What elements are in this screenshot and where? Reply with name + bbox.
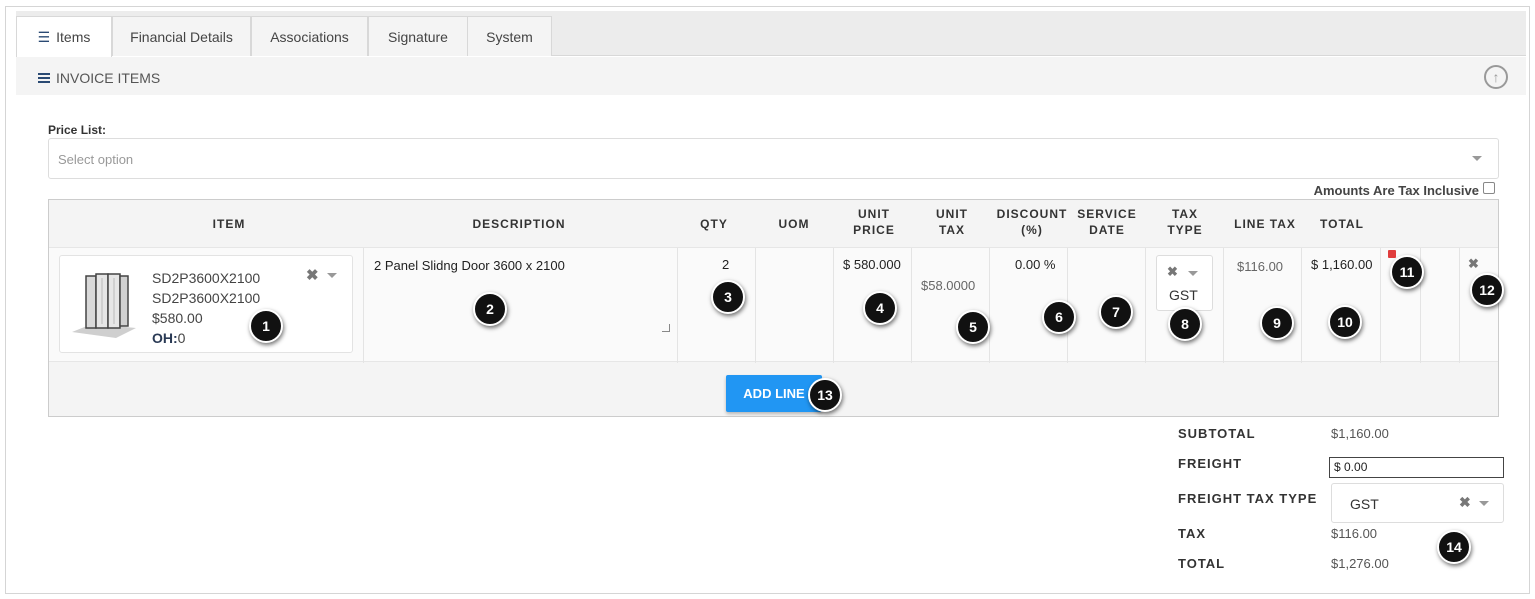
item-thumbnail — [72, 273, 136, 338]
callout-marker: 4 — [863, 291, 897, 325]
invoice-panel: ☰ Items Financial Details Associations S… — [5, 6, 1530, 594]
menu-icon — [38, 73, 50, 83]
description-textarea[interactable]: 2 Panel Slidng Door 3600 x 2100 — [365, 248, 672, 334]
cell-divider — [755, 248, 756, 363]
callout-marker: 1 — [249, 309, 283, 343]
line-total-value: $ 1,160.00 — [1311, 257, 1373, 272]
remove-line-icon[interactable]: ✖ — [1468, 256, 1479, 272]
chevron-down-icon[interactable] — [1188, 271, 1198, 276]
callout-marker: 11 — [1390, 255, 1424, 289]
cell-divider — [1223, 248, 1224, 363]
cell-divider — [1380, 248, 1381, 363]
tab-bar: ☰ Items Financial Details Associations S… — [16, 11, 1526, 57]
arrow-up-circle-icon[interactable]: ↑ — [1484, 65, 1508, 89]
cell-divider — [1301, 248, 1302, 363]
callout-marker: 3 — [711, 280, 745, 314]
tax-value: $116.00 — [1331, 526, 1378, 541]
list-icon: ☰ — [37, 28, 51, 45]
callout-marker: 7 — [1099, 295, 1133, 329]
tax-label: TAX — [1178, 526, 1207, 541]
chevron-down-icon[interactable] — [1479, 501, 1489, 506]
header-service-date: SERVICE DATE — [1077, 207, 1137, 237]
item-select[interactable]: SD2P3600X2100 SD2P3600X2100 $580.00 OH:0… — [59, 255, 353, 353]
tax-inclusive-label: Amounts Are Tax Inclusive — [1313, 183, 1479, 198]
subtotal-label: SUBTOTAL — [1178, 426, 1256, 441]
tab-associations[interactable]: Associations — [251, 16, 368, 56]
discount-value[interactable]: 0.00 % — [1015, 257, 1055, 272]
header-unit-tax: UNIT TAX — [936, 207, 968, 237]
line-tax-value: $116.00 — [1237, 259, 1284, 274]
item-price: $580.00 — [152, 310, 203, 326]
cell-divider — [989, 248, 990, 363]
freight-tax-type-select[interactable]: GST ✖ — [1331, 483, 1504, 523]
unit-tax-value: $58.0000 — [921, 278, 976, 293]
callout-marker: 8 — [1168, 307, 1202, 341]
tab-items[interactable]: ☰ Items — [16, 16, 112, 57]
cell-divider — [363, 248, 364, 363]
header-unit-price: UNIT PRICE — [853, 207, 895, 237]
clear-freight-tax-icon[interactable]: ✖ — [1459, 494, 1471, 511]
callout-marker: 6 — [1042, 300, 1076, 334]
tab-signature[interactable]: Signature — [368, 16, 468, 56]
table-row: SD2P3600X2100 SD2P3600X2100 $580.00 OH:0… — [49, 247, 1498, 363]
tax-inclusive-checkbox[interactable] — [1483, 182, 1495, 194]
callout-marker: 12 — [1470, 273, 1504, 307]
tab-financial-details[interactable]: Financial Details — [112, 16, 251, 56]
header-discount: DISCOUNT (%) — [996, 207, 1068, 237]
section-title: INVOICE ITEMS — [38, 70, 160, 86]
item-name: SD2P3600X2100 — [152, 290, 261, 306]
qty-value[interactable]: 2 — [722, 257, 729, 272]
item-details: SD2P3600X2100 SD2P3600X2100 $580.00 OH:0 — [152, 268, 260, 348]
textarea-resize-handle[interactable] — [662, 324, 670, 332]
clear-tax-type-icon[interactable]: ✖ — [1167, 264, 1178, 280]
tab-system[interactable]: System — [467, 16, 552, 56]
cell-divider — [677, 248, 678, 363]
header-tax-type: TAX TYPE — [1167, 207, 1203, 237]
header-item: ITEM — [212, 217, 246, 231]
callout-marker: 5 — [956, 310, 990, 344]
on-hand: OH:0 — [152, 330, 186, 346]
error-badge-icon — [1388, 250, 1396, 258]
header-qty: QTY — [700, 217, 728, 231]
freight-label: FREIGHT — [1178, 456, 1243, 471]
freight-tax-type-label: FREIGHT TAX TYPE — [1178, 491, 1318, 506]
cell-divider — [833, 248, 834, 363]
cell-divider — [1145, 248, 1146, 363]
tax-type-select[interactable]: ✖ GST — [1156, 255, 1213, 311]
header-uom: UOM — [778, 217, 810, 231]
chevron-down-icon — [1472, 156, 1482, 161]
total-label: TOTAL — [1178, 556, 1226, 571]
cell-divider — [1459, 248, 1460, 363]
cell-divider — [911, 248, 912, 363]
callout-marker: 2 — [473, 292, 507, 326]
header-description: DESCRIPTION — [472, 217, 566, 231]
subtotal-value: $1,160.00 — [1331, 426, 1389, 441]
price-list-placeholder: Select option — [58, 152, 134, 167]
callout-marker: 13 — [808, 378, 842, 412]
clear-item-icon[interactable]: ✖ — [306, 266, 319, 284]
callout-marker: 14 — [1437, 530, 1471, 564]
price-list-select[interactable]: Select option — [48, 138, 1499, 179]
freight-tax-type-value: GST — [1350, 496, 1379, 512]
section-header: INVOICE ITEMS ↑ — [16, 57, 1526, 95]
freight-input[interactable]: $ 0.00 — [1329, 457, 1504, 478]
callout-marker: 10 — [1328, 305, 1362, 339]
header-total: TOTAL — [1320, 217, 1364, 231]
callout-marker: 9 — [1260, 306, 1294, 340]
unit-price-value[interactable]: $ 580.000 — [843, 257, 901, 272]
item-code: SD2P3600X2100 — [152, 270, 261, 286]
header-line-tax: LINE TAX — [1234, 217, 1296, 231]
tax-type-value: GST — [1169, 287, 1198, 303]
chevron-down-icon[interactable] — [327, 273, 337, 278]
total-value: $1,276.00 — [1331, 556, 1389, 571]
price-list-label: Price List: — [48, 123, 107, 137]
